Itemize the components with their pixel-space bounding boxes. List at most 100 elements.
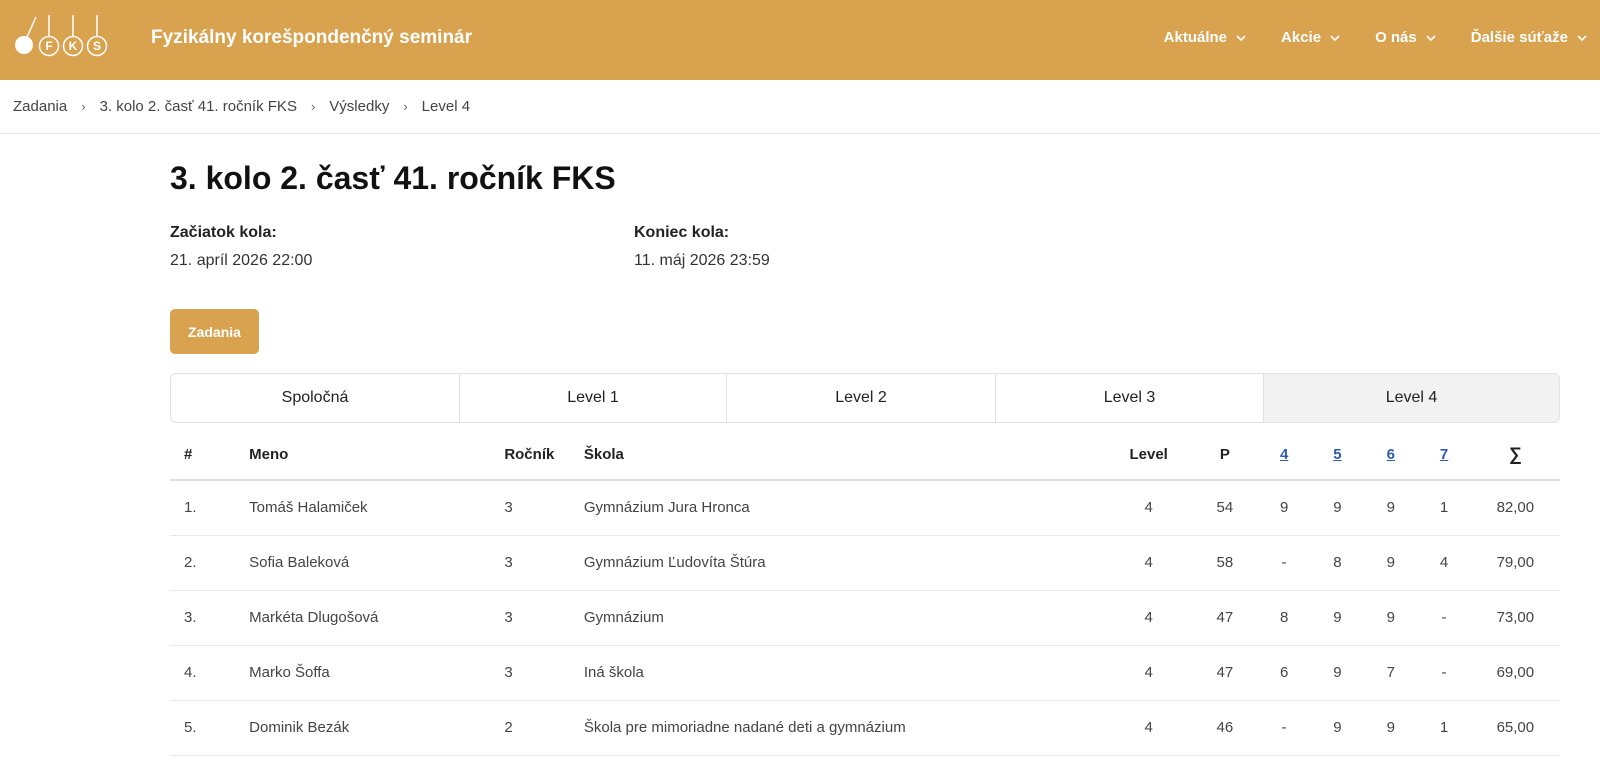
level-tabs: Spoločná Level 1 Level 2 Level 3 Level 4 <box>170 373 1560 423</box>
cell-rank: 1. <box>170 480 250 536</box>
col-rocnik: Ročník <box>504 430 584 481</box>
cell-sum: 69,00 <box>1470 645 1560 701</box>
cell-level: 4 <box>1105 645 1193 701</box>
nav-aktualne[interactable]: Aktuálne <box>1164 26 1247 50</box>
breadcrumb: Zadania › 3. kolo 2. časť 41. ročník FKS… <box>13 96 470 118</box>
cell-skola: Gymnázium Ľudovíta Štúra <box>583 535 1106 591</box>
col-task-5[interactable]: 5 <box>1310 430 1365 481</box>
tab-level-4[interactable]: Level 4 <box>1264 374 1559 422</box>
table-header-row: # Meno Ročník Škola Level P 4 5 6 7 ∑ <box>170 430 1560 481</box>
col-rank: # <box>170 430 250 481</box>
cell-task-4: - <box>1257 535 1311 591</box>
cell-task-4: 9 <box>1257 480 1311 536</box>
col-sum: ∑ <box>1470 430 1560 481</box>
zadania-button[interactable]: Zadania <box>170 309 259 354</box>
cell-skola: Gymnázium Jura Hronca <box>583 480 1106 536</box>
cell-task-6: 9 <box>1364 480 1418 536</box>
cell-level: 4 <box>1105 700 1193 756</box>
cell-level: 4 <box>1105 535 1193 591</box>
cell-task-4: 6 <box>1257 645 1311 701</box>
task-5-link[interactable]: 5 <box>1333 446 1341 463</box>
top-navbar: F K S Fyzikálny korešpondenčný seminár A… <box>0 0 1600 80</box>
nav-akcie[interactable]: Akcie <box>1281 26 1341 50</box>
round-start: Začiatok kola: 21. apríl 2026 22:00 <box>170 222 312 272</box>
page-title: 3. kolo 2. časť 41. ročník FKS <box>170 160 616 196</box>
site-title[interactable]: Fyzikálny korešpondenčný seminár <box>151 26 472 50</box>
cell-sum: 79,00 <box>1470 535 1560 591</box>
col-name: Meno <box>249 430 505 481</box>
tab-spolocna[interactable]: Spoločná <box>171 374 460 422</box>
breadcrumb-round[interactable]: 3. kolo 2. časť 41. ročník FKS <box>100 96 297 118</box>
col-task-7[interactable]: 7 <box>1417 430 1471 481</box>
table-row: 2. Sofia Baleková 3 Gymnázium Ľudovíta Š… <box>170 535 1560 591</box>
cell-skola: Škola pre mimoriadne nadané deti a gymná… <box>583 700 1106 756</box>
task-4-link[interactable]: 4 <box>1280 446 1288 463</box>
col-task-4[interactable]: 4 <box>1257 430 1311 481</box>
main-nav: Aktuálne Akcie O nás Ďalšie súťaže <box>1164 26 1588 50</box>
cell-name: Tomáš Halamiček <box>249 480 505 536</box>
nav-dalsie-sutaze[interactable]: Ďalšie súťaže <box>1471 26 1588 50</box>
round-end: Koniec kola: 11. máj 2026 23:59 <box>634 222 770 272</box>
breadcrumb-chevron-icon: › <box>310 99 316 114</box>
breadcrumb-level: Level 4 <box>421 98 471 115</box>
breadcrumb-vysledky[interactable]: Výsledky <box>329 96 389 118</box>
cell-p: 54 <box>1192 480 1258 536</box>
nav-o-nas[interactable]: O nás <box>1375 26 1437 50</box>
round-end-label: Koniec kola: <box>634 224 730 241</box>
logo-letter-s: S <box>92 39 101 53</box>
tab-level-2[interactable]: Level 2 <box>727 374 996 422</box>
cell-level: 4 <box>1105 480 1193 536</box>
cell-task-6: 7 <box>1364 645 1418 701</box>
cell-name: Marko Šoffa <box>249 645 505 701</box>
table-row: 5. Dominik Bezák 2 Škola pre mimoriadne … <box>170 700 1560 756</box>
round-start-label: Začiatok kola: <box>170 224 277 241</box>
cell-p: 47 <box>1192 590 1258 646</box>
cell-task-7: - <box>1417 645 1471 701</box>
round-start-value: 21. apríl 2026 22:00 <box>170 252 313 269</box>
cell-task-4: 8 <box>1257 590 1311 646</box>
col-task-6[interactable]: 6 <box>1364 430 1418 481</box>
task-6-link[interactable]: 6 <box>1387 446 1395 463</box>
col-level: Level <box>1105 430 1193 481</box>
cell-task-5: 9 <box>1310 645 1365 701</box>
cell-p: 47 <box>1192 645 1258 701</box>
cell-task-7: 4 <box>1417 535 1471 591</box>
cell-sum: 73,00 <box>1470 590 1560 646</box>
cell-task-7: 1 <box>1417 480 1471 536</box>
cell-task-7: 1 <box>1417 700 1471 756</box>
nav-aktualne-label: Aktuálne <box>1163 29 1228 46</box>
tab-level-1[interactable]: Level 1 <box>460 374 727 422</box>
breadcrumb-zadania[interactable]: Zadania <box>13 96 67 118</box>
cell-rocnik: 3 <box>504 535 584 591</box>
cell-task-5: 9 <box>1310 590 1365 646</box>
cell-rank: 3. <box>170 590 250 646</box>
col-skola: Škola <box>583 430 1106 481</box>
cell-task-6: 9 <box>1364 700 1418 756</box>
cell-name: Dominik Bezák <box>249 700 505 756</box>
cell-skola: Gymnázium <box>583 590 1106 646</box>
nav-dalsie-sutaze-label: Ďalšie súťaže <box>1470 29 1568 46</box>
cell-sum: 65,00 <box>1470 700 1560 756</box>
chevron-down-icon <box>1426 35 1436 42</box>
table-row: 4. Marko Šoffa 3 Iná škola 4 47 6 9 7 - … <box>170 645 1560 701</box>
cell-task-5: 9 <box>1310 480 1365 536</box>
task-7-link[interactable]: 7 <box>1440 446 1448 463</box>
cell-name: Sofia Baleková <box>249 535 505 591</box>
cell-task-5: 9 <box>1310 700 1365 756</box>
nav-o-nas-label: O nás <box>1375 29 1417 46</box>
cell-p: 58 <box>1192 535 1258 591</box>
header-divider <box>0 133 1600 134</box>
cell-rocnik: 3 <box>504 480 584 536</box>
cell-task-6: 9 <box>1364 590 1418 646</box>
fks-logo[interactable]: F K S <box>10 12 116 66</box>
col-p: P <box>1192 430 1258 481</box>
cell-task-6: 9 <box>1364 535 1418 591</box>
chevron-down-icon <box>1577 35 1587 42</box>
round-end-value: 11. máj 2026 23:59 <box>634 252 770 269</box>
chevron-down-icon <box>1236 35 1246 42</box>
cell-rank: 5. <box>170 700 250 756</box>
breadcrumb-chevron-icon: › <box>403 99 408 114</box>
tab-level-3[interactable]: Level 3 <box>996 374 1264 422</box>
cell-rocnik: 3 <box>504 590 584 646</box>
cell-sum: 82,00 <box>1470 480 1560 536</box>
